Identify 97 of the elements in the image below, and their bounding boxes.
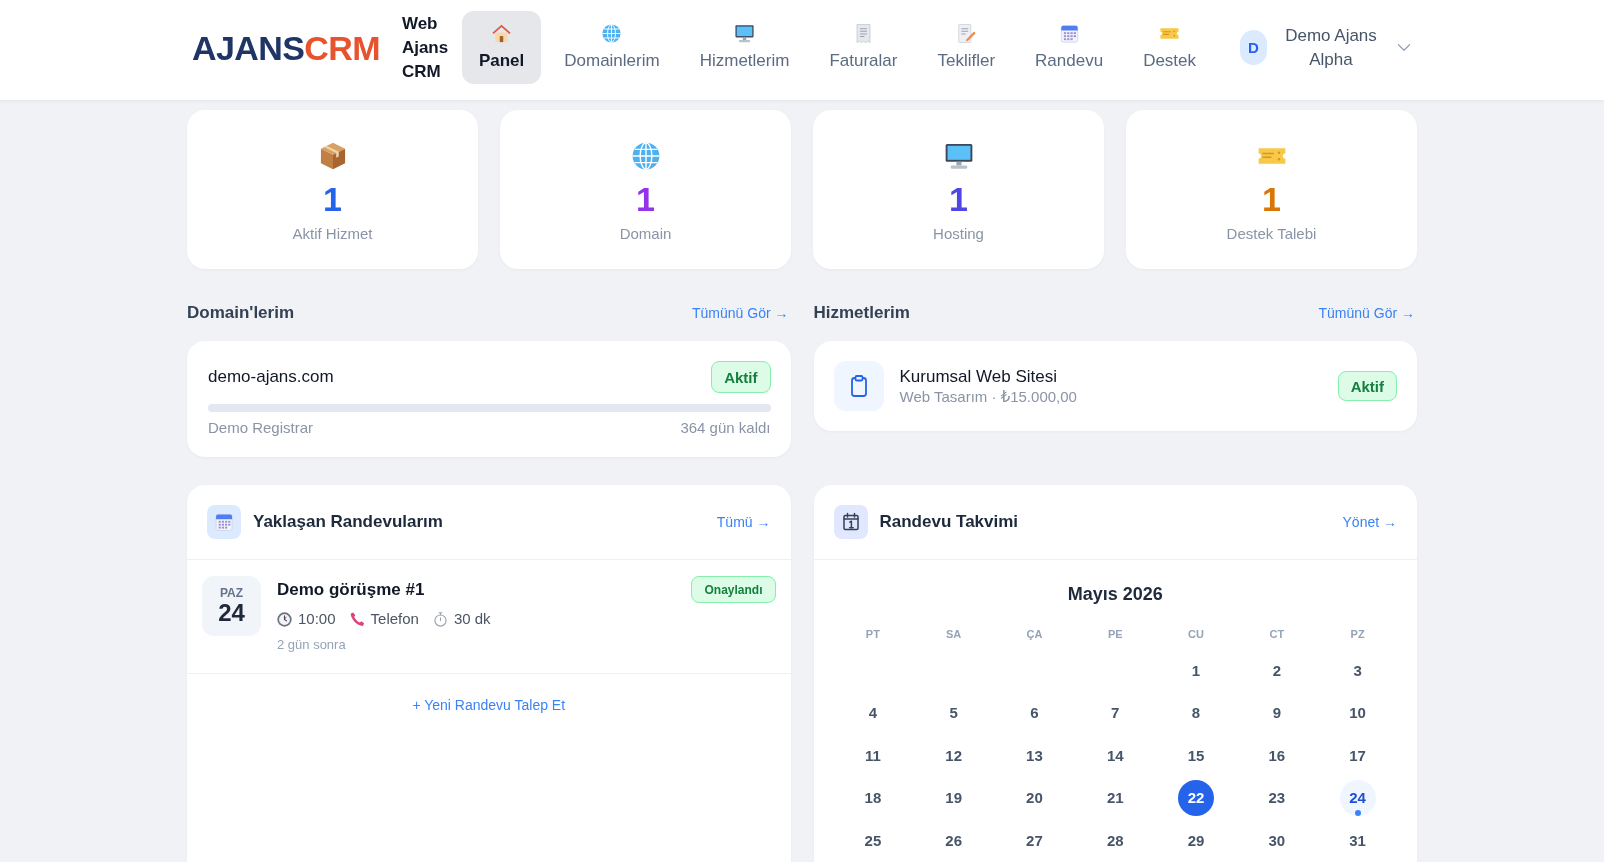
- calendar-day[interactable]: 18: [854, 779, 891, 816]
- event-dot-icon: [1354, 809, 1361, 816]
- stat-label: Aktif Hizmet: [292, 225, 373, 243]
- nav-tab[interactable]: Panel: [461, 11, 542, 84]
- panel-title: Yaklaşan Randevularım: [253, 512, 444, 532]
- weekday-label: CT: [1268, 627, 1286, 641]
- calendar-day[interactable]: 22: [1178, 779, 1215, 816]
- calendar-day[interactable]: 9: [1258, 694, 1295, 731]
- stat-label: Domain: [619, 225, 672, 243]
- nav-tab[interactable]: Destek: [1126, 11, 1214, 84]
- memo-icon: [956, 24, 976, 43]
- calendar-month: Mayıs 2026: [1066, 583, 1164, 605]
- calendar-day[interactable]: 21: [1097, 779, 1134, 816]
- calendar-day[interactable]: 1: [1178, 652, 1215, 689]
- domain-name: demo-ajans.com: [208, 367, 334, 387]
- clipboard-icon: [833, 361, 884, 411]
- service-name: Kurumsal Web Sitesi: [899, 366, 1058, 388]
- calendar-day[interactable]: 10: [1339, 694, 1376, 731]
- globe-icon: [631, 142, 660, 170]
- section-title: Domain'lerim: [187, 303, 294, 323]
- calendar-day[interactable]: 8: [1178, 694, 1215, 731]
- registrar-text: Demo Registrar: [208, 419, 314, 437]
- calendar-icon: [833, 505, 868, 539]
- calendar-day[interactable]: 19: [935, 779, 972, 816]
- calendar-day[interactable]: 14: [1097, 737, 1134, 774]
- appointment-weekday: PAZ: [219, 586, 244, 600]
- stopwatch-icon: [432, 611, 448, 627]
- calendar-day[interactable]: 15: [1178, 737, 1215, 774]
- calendar-day[interactable]: 16: [1258, 737, 1295, 774]
- appointment-channel: Telefon: [370, 609, 419, 629]
- user-name[interactable]: Demo Ajans Alpha: [1279, 23, 1383, 72]
- weekday-label: PT: [864, 627, 881, 641]
- calendar-day[interactable]: 31: [1339, 822, 1376, 859]
- stat-value: 1: [636, 180, 655, 218]
- appointment-title: Demo görüşme #1: [277, 579, 426, 601]
- calendar-day[interactable]: 27: [1016, 822, 1053, 859]
- new-appointment-link[interactable]: + Yeni Randevu Talep Et: [412, 697, 566, 713]
- monitor-icon: [944, 142, 973, 170]
- appointment-time: 10:00: [298, 609, 336, 629]
- receipt-icon: [853, 24, 873, 43]
- clock-icon: [277, 611, 292, 627]
- stat-label: Destek Talebi: [1226, 225, 1317, 243]
- calendar-day[interactable]: 2: [1258, 652, 1295, 689]
- calendar-day[interactable]: 29: [1178, 822, 1215, 859]
- status-badge: Onaylandı: [691, 576, 776, 603]
- manage-link[interactable]: Yönet →: [1342, 514, 1397, 530]
- weekday-label: SA: [945, 627, 963, 641]
- status-badge: Aktif: [711, 361, 771, 393]
- calendar-day[interactable]: 28: [1097, 822, 1134, 859]
- calendar-day[interactable]: 30: [1258, 822, 1295, 859]
- appointment-day: 24: [218, 600, 245, 626]
- phone-icon: [349, 611, 365, 627]
- calendar-day[interactable]: 25: [854, 822, 891, 859]
- stat-label: Hosting: [933, 225, 984, 243]
- chevron-down-icon[interactable]: [1398, 44, 1410, 51]
- calendar-day[interactable]: 13: [1016, 737, 1053, 774]
- stat-value: 1: [1262, 180, 1281, 218]
- appointment-duration: 30 dk: [453, 609, 491, 629]
- remaining-days: 364 gün kaldı: [680, 419, 771, 437]
- calendar-day[interactable]: 26: [935, 822, 972, 859]
- nav-tab[interactable]: Teklifler: [920, 11, 1013, 84]
- panel-title: Randevu Takvimi: [879, 512, 1020, 532]
- globe-icon: [602, 24, 622, 43]
- nav-tab[interactable]: Domainlerim: [547, 11, 677, 84]
- nav-tab[interactable]: Faturalar: [812, 11, 915, 84]
- calendar-day[interactable]: 5: [935, 694, 972, 731]
- calendar-day[interactable]: 4: [854, 694, 891, 731]
- calendar-day[interactable]: 3: [1339, 652, 1376, 689]
- stat-value: 1: [323, 180, 342, 218]
- service-detail: Web Tasarım · ₺15.000,00: [899, 388, 1078, 406]
- calendar-day[interactable]: 23: [1258, 779, 1295, 816]
- view-all-link[interactable]: Tümü →: [716, 514, 771, 530]
- avatar: D: [1240, 30, 1267, 65]
- calendar-day[interactable]: 17: [1339, 737, 1376, 774]
- calendar-day[interactable]: 11: [854, 737, 891, 774]
- house-icon: [492, 24, 512, 43]
- monitor-icon: [735, 24, 755, 43]
- box-icon: [318, 142, 347, 170]
- relative-time: 2 gün sonra: [277, 637, 347, 653]
- weekday-label: CU: [1187, 627, 1205, 641]
- calendar-day[interactable]: 6: [1016, 694, 1053, 731]
- calendar-icon: [207, 505, 241, 539]
- nav-tab[interactable]: Randevu: [1018, 11, 1121, 84]
- calendar-day[interactable]: 24: [1339, 779, 1376, 816]
- stat-value: 1: [949, 180, 968, 218]
- site-name: Web Ajans CRM: [401, 12, 450, 83]
- weekday-label: PZ: [1349, 627, 1366, 641]
- calendar-day[interactable]: 12: [935, 737, 972, 774]
- section-title: Hizmetlerim: [813, 303, 910, 323]
- weekday-label: ÇA: [1025, 627, 1044, 641]
- logo[interactable]: AJANSCRM: [192, 30, 380, 65]
- calendar-icon: [1059, 24, 1079, 43]
- status-badge: Aktif: [1337, 371, 1397, 401]
- nav-tab[interactable]: Hizmetlerim: [682, 11, 807, 84]
- calendar-day[interactable]: 20: [1016, 779, 1053, 816]
- calendar-day[interactable]: 7: [1097, 694, 1134, 731]
- weekday-label: PE: [1106, 627, 1124, 641]
